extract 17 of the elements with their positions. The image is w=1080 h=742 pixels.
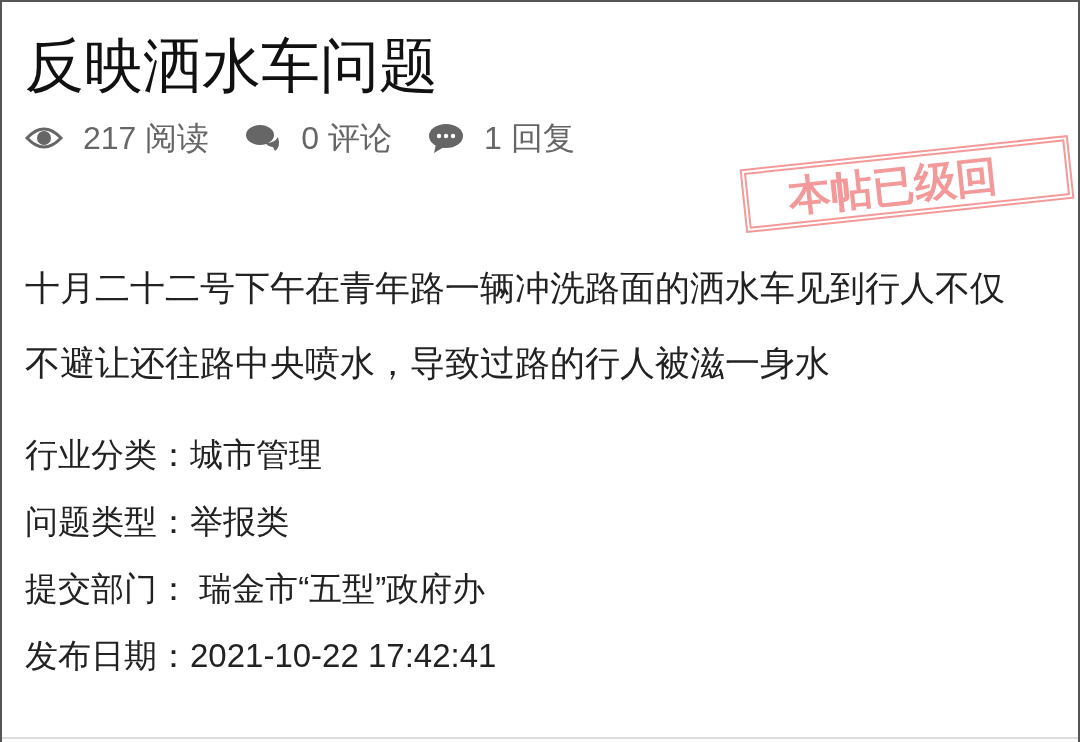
post-title: 反映洒水车问题 (25, 32, 438, 101)
stat-text: 0 评论 (301, 119, 392, 158)
field-label: 问题类型： (25, 502, 190, 542)
field-label: 行业分类： (25, 435, 190, 475)
post-body: 十月二十二号下午在青年路一辆冲洗路面的洒水车见到行人不仅不避让还往路中央喷水，导致过路的行人被滋一身水 (25, 267, 1006, 384)
field-value: 瑞金市“五型”政府办 (198, 569, 486, 609)
speech-bubble-icon (427, 122, 464, 154)
eye-icon (25, 126, 63, 150)
field-value: 举报类 (190, 502, 289, 542)
field-label: 发布日期： (25, 636, 190, 676)
field-value: 2021-10-22 17:42:41 (190, 636, 497, 676)
stat-text: 217 阅读 (83, 119, 210, 158)
field-value: 城市管理 (190, 435, 322, 475)
field-label: 提交部门： (25, 569, 190, 609)
stat-text: 1 回复 (483, 119, 575, 158)
chat-bubbles-icon (245, 123, 282, 153)
replied-stamp: 本帖已级回 (739, 134, 1075, 234)
